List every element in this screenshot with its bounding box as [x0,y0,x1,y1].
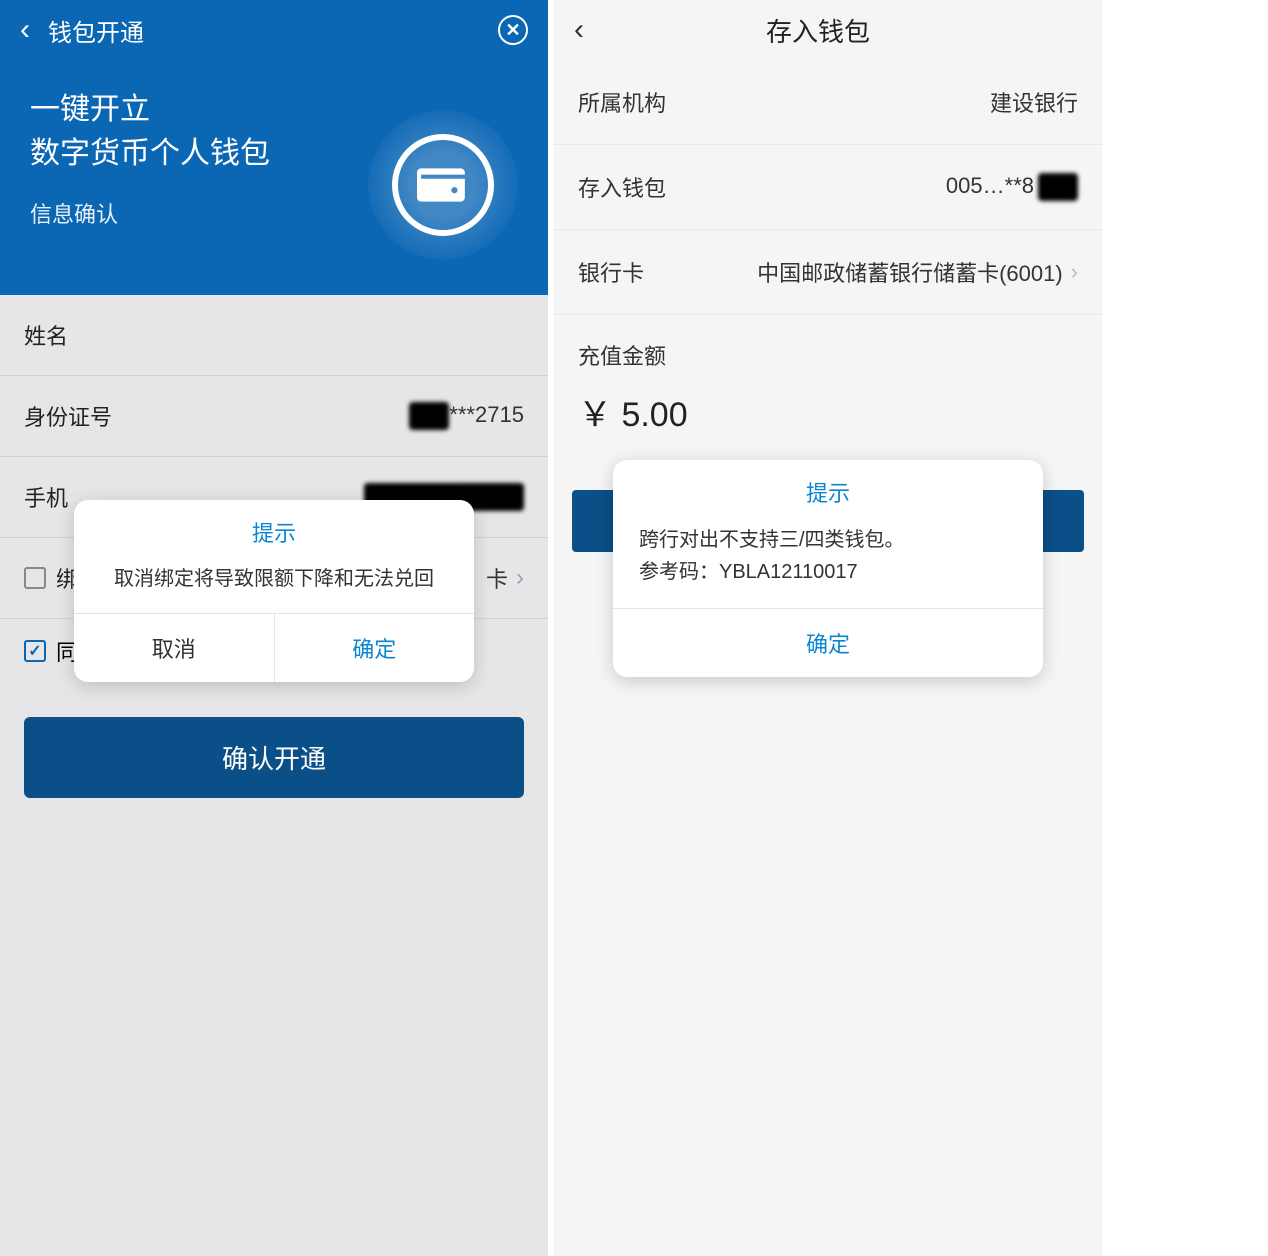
dialog-cancel-button[interactable]: 取消 [74,614,275,682]
bankcard-value: 中国邮政储蓄银行储蓄卡(6001) [757,256,1063,288]
dialog-message: 跨行对出不支持三/四类钱包。 参考码：YBLA12110017 [613,518,1043,608]
close-icon[interactable]: ✕ [498,15,528,45]
page-title: 钱包开通 [48,13,498,48]
chevron-right-icon: › [1071,259,1078,285]
id-label: 身份证号 [24,400,409,432]
hero-line1: 一键开立 [30,93,150,126]
checkbox-checked-icon[interactable]: ✓ [24,640,46,662]
alert-dialog: 提示 跨行对出不支持三/四类钱包。 参考码：YBLA12110017 确定 [613,460,1043,677]
dialog-message: 取消绑定将导致限额下降和无法兑回 [74,558,474,613]
wallet-value: 005…**8 [946,173,1078,201]
id-value: ***2715 [409,402,524,430]
org-label: 所属机构 [578,86,990,118]
phone-screen-right: ‹ 存入钱包 所属机构 建设银行 存入钱包 005…**8 银行卡 中国邮政储蓄… [554,0,1102,1256]
bankcard-label: 银行卡 [578,256,757,288]
id-row[interactable]: 身份证号 ***2715 [0,376,548,457]
confirm-open-button[interactable]: 确认开通 [24,717,524,798]
page-title: 存入钱包 [584,12,1082,49]
dialog-title: 提示 [74,500,474,558]
header-bar: ‹ 钱包开通 ✕ [0,0,548,60]
dialog-title: 提示 [613,460,1043,518]
wallet-icon-halo [368,110,518,260]
chevron-right-icon: › [516,564,524,592]
name-row[interactable]: 姓名 [0,295,548,376]
org-value: 建设银行 [990,86,1078,118]
hero-banner: 一键开立 数字货币个人钱包 信息确认 [0,60,548,295]
checkbox-unchecked-icon[interactable]: ✓ [24,567,46,589]
bankcard-row[interactable]: 银行卡 中国邮政储蓄银行储蓄卡(6001) › [554,230,1102,315]
dialog-confirm-button[interactable]: 确定 [613,608,1043,677]
dialog-buttons: 取消 确定 [74,613,474,682]
alert-dialog: 提示 取消绑定将导致限额下降和无法兑回 取消 确定 [74,500,474,682]
name-label: 姓名 [24,319,524,351]
hero-line2: 数字货币个人钱包 [30,137,270,170]
org-row: 所属机构 建设银行 [554,60,1102,145]
header-bar: ‹ 存入钱包 [554,0,1102,60]
back-icon[interactable]: ‹ [574,13,584,47]
amount-label: 充值金额 [554,315,1102,381]
bind-suffix: 卡 [486,562,508,594]
back-icon[interactable]: ‹ [20,13,30,47]
wallet-label: 存入钱包 [578,171,946,203]
wallet-row[interactable]: 存入钱包 005…**8 [554,145,1102,230]
phone-screen-left: ‹ 钱包开通 ✕ 一键开立 数字货币个人钱包 信息确认 姓名 身份证号 ***2… [0,0,548,1256]
wallet-icon [392,134,494,236]
amount-value: ￥ 5.00 [554,381,1102,460]
dialog-confirm-button[interactable]: 确定 [275,614,475,682]
